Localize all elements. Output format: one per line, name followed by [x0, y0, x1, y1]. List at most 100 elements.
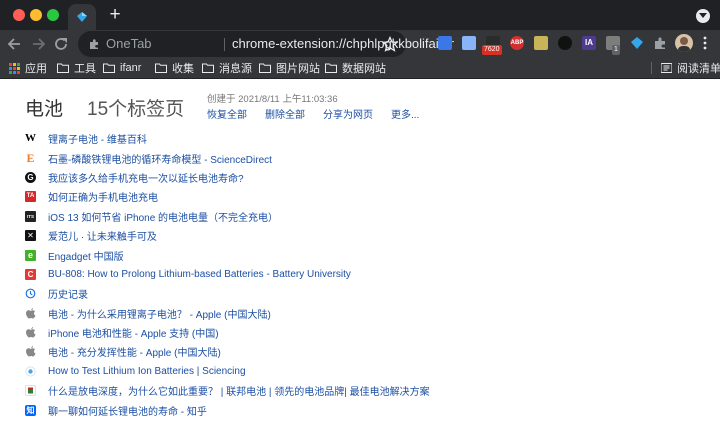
folder-icon — [103, 63, 115, 73]
tab-search-button[interactable] — [696, 9, 710, 23]
omnibox-divider — [224, 38, 225, 51]
share-as-webpage-link[interactable]: 分享为网页 — [323, 106, 373, 121]
restore-all-link[interactable]: 恢复全部 — [207, 106, 247, 121]
history-icon — [25, 288, 36, 299]
folder-icon — [259, 63, 271, 73]
onetab-extension-icon[interactable] — [630, 36, 644, 50]
tab-link[interactable]: iOS 13 如何节省 iPhone 的电池电量（不完全充电） — [48, 209, 278, 224]
person-icon — [678, 37, 690, 52]
tab-list-item[interactable]: W 锂离子电池 - 维基百科 — [25, 129, 705, 148]
engadget-icon: e — [25, 249, 36, 261]
bookmark-label: 应用 — [25, 63, 47, 75]
tab-list-item[interactable]: 历史记录 — [25, 284, 705, 303]
extensions-puzzle-icon[interactable] — [653, 36, 667, 50]
adblock-extension-icon[interactable]: ABP — [510, 36, 524, 50]
folder-icon — [57, 63, 69, 73]
sciencing-icon — [25, 366, 36, 377]
bookmark-apps[interactable]: 应用 — [9, 60, 47, 76]
bookmark-star-icon[interactable] — [382, 36, 398, 52]
bookmark-folder-collect[interactable]: 收集 — [155, 60, 194, 76]
profile-avatar[interactable] — [675, 34, 693, 52]
folder-icon — [325, 63, 337, 73]
tab-list-item[interactable]: TA 如何正确为手机电池充电 — [25, 187, 705, 206]
tab-list-item[interactable]: 电池 - 为什么采用锂离子电池？ - Apple (中国大陆) — [25, 304, 705, 323]
address-bar[interactable]: OneTab chrome-extension://chphlpgkkbolif… — [78, 31, 454, 57]
reading-list-icon — [661, 63, 672, 73]
dark-extension-icon[interactable] — [558, 36, 572, 50]
url-text[interactable]: chrome-extension://chphlpgkkbolifaimnllo… — [232, 36, 454, 52]
browser-tab-onetab[interactable] — [68, 4, 96, 30]
reading-list-label: 阅读清单 — [677, 63, 720, 75]
tab-link[interactable]: Engadget 中国版 — [48, 248, 124, 263]
tab-list-item[interactable]: E 石墨-磷酸铁锂电池的循环寿命模型 - ScienceDirect — [25, 148, 705, 167]
tab-link[interactable]: 我应该多久给手机充电一次以延长电池寿命? — [48, 170, 244, 185]
tab-link[interactable]: 什么是放电深度，为什么它如此重要？ | 联邦电池 | 领先的电池品牌| 最佳电池… — [48, 383, 430, 398]
tab-link[interactable]: BU-808: How to Prolong Lithium-based Bat… — [48, 269, 351, 280]
tab-list-item[interactable]: ✕ 爱范儿 · 让未来触手可及 — [25, 226, 705, 245]
image-extension-icon[interactable] — [462, 36, 476, 50]
bookmark-label: 收集 — [172, 63, 194, 75]
tab-link[interactable]: 爱范儿 · 让未来触手可及 — [48, 228, 157, 243]
zoom-window-button[interactable] — [47, 9, 59, 21]
google-icon: G — [25, 171, 36, 183]
tab-list-item[interactable]: 知 聊一聊如何延长锂电池的寿命 - 知乎 — [25, 400, 705, 419]
tab-list-item[interactable]: G 我应该多久给手机充电一次以延长电池寿命? — [25, 168, 705, 187]
notification-badge: 1 — [612, 45, 620, 55]
window-titlebar: + — [0, 0, 720, 30]
close-window-button[interactable] — [13, 9, 25, 21]
folder-icon — [155, 63, 167, 73]
new-tab-button[interactable]: + — [106, 5, 124, 25]
tab-link[interactable]: 如何正确为手机电池充电 — [48, 189, 158, 204]
tab-list-item[interactable]: C BU-808: How to Prolong Lithium-based B… — [25, 265, 705, 284]
news-icon: ITS — [25, 210, 36, 222]
bookmark-label: 消息源 — [219, 63, 252, 75]
onetab-icon — [77, 12, 87, 22]
group-title[interactable]: 电池 — [25, 94, 63, 121]
tab-list-item[interactable]: 电池 - 充分发挥性能 - Apple (中国大陆) — [25, 342, 705, 361]
bookmarks-divider — [651, 62, 652, 74]
apple-icon — [25, 307, 36, 319]
clock-icon — [25, 288, 36, 299]
onetab-page: 电池 15个标签页 创建于 2021/8/11 上午11:03:36 恢复全部 … — [0, 80, 720, 434]
zhihu-icon: 知 — [25, 404, 36, 416]
browser-menu-icon[interactable] — [703, 36, 707, 50]
tab-list-item[interactable]: How to Test Lithium Ion Batteries | Scie… — [25, 362, 705, 381]
battery-brand-icon — [25, 385, 36, 397]
folder-icon — [202, 63, 214, 73]
tab-link[interactable]: 聊一聊如何延长锂电池的寿命 - 知乎 — [48, 403, 207, 418]
chevron-down-icon — [699, 13, 707, 18]
tab-link[interactable]: 电池 - 充分发挥性能 - Apple (中国大陆) — [48, 344, 221, 359]
more-link[interactable]: 更多... — [391, 106, 419, 121]
tab-list-item[interactable]: 什么是放电深度，为什么它如此重要？ | 联邦电池 | 领先的电池品牌| 最佳电池… — [25, 381, 705, 400]
bookmark-folder-tools[interactable]: 工具 — [57, 60, 96, 76]
photo-extension-icon[interactable] — [534, 36, 548, 50]
apple-icon — [25, 327, 36, 338]
bookmark-folder-feeds[interactable]: 消息源 — [202, 60, 252, 76]
ia-extension-icon[interactable]: IA — [582, 36, 596, 50]
tab-list-item[interactable]: iPhone 电池和性能 - Apple 支持 (中国) — [25, 323, 705, 342]
ta-icon: TA — [25, 191, 36, 203]
tab-link[interactable]: 锂离子电池 - 维基百科 — [48, 131, 147, 146]
delete-all-link[interactable]: 删除全部 — [265, 106, 305, 121]
tab-link[interactable]: 石墨-磷酸铁锂电池的循环寿命模型 - ScienceDirect — [48, 151, 272, 166]
tab-link[interactable]: How to Test Lithium Ion Batteries | Scie… — [48, 366, 246, 377]
translate-extension-icon[interactable] — [438, 36, 452, 50]
tab-link[interactable]: 历史记录 — [48, 286, 88, 301]
tab-list-item[interactable]: e Engadget 中国版 — [25, 245, 705, 264]
bookmark-folder-data-sites[interactable]: 数据网站 — [325, 60, 386, 76]
minimize-window-button[interactable] — [30, 9, 42, 21]
back-button[interactable] — [6, 35, 24, 53]
wikipedia-icon: W — [25, 132, 36, 145]
apps-grid-icon — [9, 62, 20, 74]
reload-button[interactable] — [52, 35, 70, 53]
tab-list-item[interactable]: ITS iOS 13 如何节省 iPhone 的电池电量（不完全充电） — [25, 207, 705, 226]
reading-list-button[interactable]: 阅读清单 — [661, 60, 720, 76]
tab-link[interactable]: 电池 - 为什么采用锂离子电池？ - Apple (中国大陆) — [48, 306, 271, 321]
tab-list: W 锂离子电池 - 维基百科 E 石墨-磷酸铁锂电池的循环寿命模型 - Scie… — [25, 129, 705, 420]
bookmark-folder-ifanr[interactable]: ifanr — [103, 60, 141, 76]
bookmark-label: 数据网站 — [342, 63, 386, 75]
bookmark-folder-image-sites[interactable]: 图片网站 — [259, 60, 320, 76]
group-tab-count: 15个标签页 — [87, 99, 185, 120]
tab-link[interactable]: iPhone 电池和性能 - Apple 支持 (中国) — [48, 325, 219, 340]
forward-button[interactable] — [29, 35, 47, 53]
